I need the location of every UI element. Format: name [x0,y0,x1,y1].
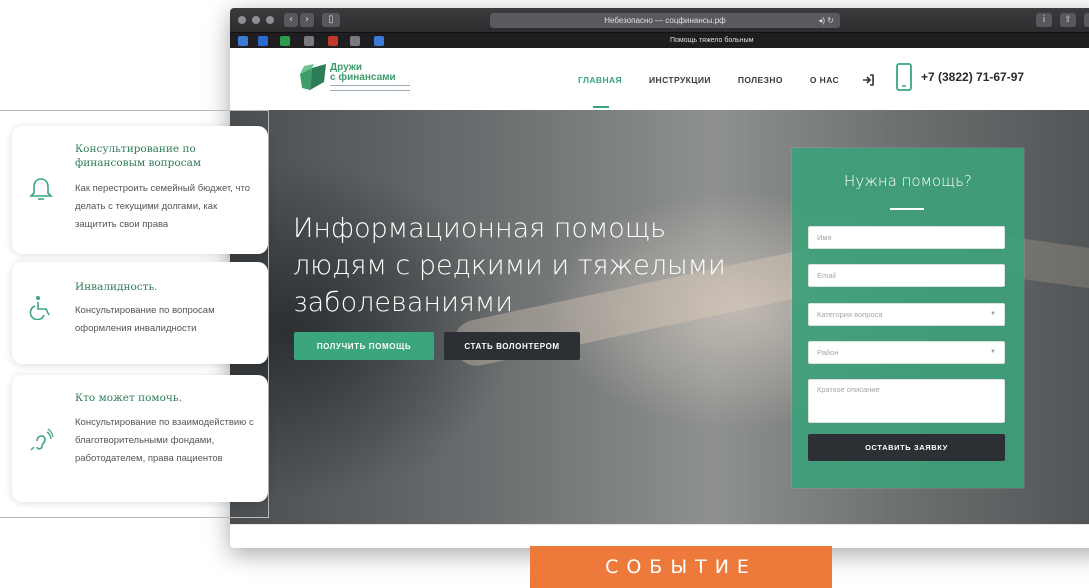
hero-title: Информационная помощь людям с редкими и … [293,213,726,318]
guide-line [0,517,268,518]
bookmark-icon[interactable] [374,36,384,46]
address-text: Небезопасно — соцфинансы.рф [604,16,726,25]
category-select[interactable]: Категория вопроса ▼ [808,303,1005,326]
card-title: Кто может помочь. [75,392,182,404]
submit-request-button[interactable]: ОСТАВИТЬ ЗАЯВКУ [808,434,1005,461]
bookmark-icon[interactable] [258,36,268,46]
bookmark-icon[interactable] [328,36,338,46]
site-logo[interactable]: Дружи с финансами [298,62,410,96]
logo-tagline [330,85,410,91]
email-input[interactable]: Email [808,264,1005,287]
hearing-icon [30,428,54,451]
login-icon[interactable] [862,74,874,86]
logo-mark-icon [300,64,326,90]
district-select-label: Район [817,348,839,357]
become-volunteer-button[interactable]: СТАТЬ ВОЛОНТЕРОМ [444,332,580,360]
nav-item-useful[interactable]: ПОЛЕЗНО [738,75,783,85]
chevron-down-icon: ▼ [990,311,996,317]
close-window-button[interactable] [238,16,246,24]
tabs-icon[interactable]: ⧉ [1084,13,1089,27]
audio-reload-icon[interactable]: ◂) ↻ [818,13,834,28]
bookmarks-bar: Помощь тяжело больным [230,32,1089,49]
name-input[interactable]: Имя [808,226,1005,249]
form-title-divider [890,208,924,210]
phone-icon [896,63,912,91]
wheelchair-icon [29,296,50,320]
main-nav: ГЛАВНАЯ ИНСТРУКЦИИ ПОЛЕЗНО О НАС [578,75,866,85]
form-title: Нужна помощь? [844,172,972,190]
logo-line2: с финансами [330,72,396,83]
bell-icon [29,178,53,200]
address-bar[interactable]: Небезопасно — соцфинансы.рф ◂) ↻ [490,13,840,28]
toolbar-right: i ⇧ ⧉ [1036,13,1089,27]
card-text: Консультирование по вопросам оформления … [75,305,215,334]
card-text: Как перестроить семейный бюджет, что дел… [75,183,250,230]
browser-window: ‹ › ▯ Небезопасно — соцфинансы.рф ◂) ↻ i… [230,8,1089,548]
bookmark-icon[interactable] [238,36,248,46]
guide-line [268,110,269,518]
phone-number[interactable]: +7 (3822) 71-67-97 [921,70,1024,84]
guide-line [0,110,268,111]
page-bottom-strip [230,524,1089,548]
bookmark-icon[interactable] [280,36,290,46]
nav-item-about[interactable]: О НАС [810,75,839,85]
get-help-button[interactable]: ПОЛУЧИТЬ ПОМОЩЬ [294,332,434,360]
nav-active-underline [593,106,609,108]
back-icon[interactable]: ‹ [284,13,298,27]
feature-card-help: Кто может помочь. Консультирование по вз… [12,375,268,502]
card-title: Инвалидность. [75,281,158,293]
description-textarea[interactable]: Краткое описание [808,379,1005,423]
window-controls [238,16,274,24]
feature-card-finance: Консультирование по финансовым вопросам … [12,126,268,254]
feature-card-disability: Инвалидность. Консультирование по вопрос… [12,262,268,364]
bookmark-icon[interactable] [350,36,360,46]
card-text: Консультирование по взаимодействию с бла… [75,417,254,464]
district-select[interactable]: Район ▼ [808,341,1005,364]
logo-text: Дружи с финансами [330,63,396,83]
help-request-form: Нужна помощь? Имя Email Категория вопрос… [792,148,1024,488]
browser-titlebar: ‹ › ▯ Небезопасно — соцфинансы.рф ◂) ↻ i… [230,8,1089,32]
share-icon[interactable]: ⇧ [1060,13,1076,27]
minimize-window-button[interactable] [252,16,260,24]
card-title: Консультирование по финансовым вопросам [75,143,202,169]
hero-section: Информационная помощь людям с редкими и … [230,110,1089,524]
nav-item-main[interactable]: ГЛАВНАЯ [578,75,622,85]
site-header: Дружи с финансами ГЛАВНАЯ ИНСТРУКЦИИ ПОЛ… [230,48,1089,110]
event-tag: СОБЫТИЕ [530,546,832,588]
chevron-down-icon: ▼ [990,349,996,355]
sidebar-icon[interactable]: ▯ [322,13,340,27]
category-select-label: Категория вопроса [817,310,883,319]
forward-icon[interactable]: › [300,13,314,27]
bookmark-icon[interactable] [304,36,314,46]
nav-item-instructions[interactable]: ИНСТРУКЦИИ [649,75,711,85]
tab-title: Помощь тяжело больным [670,37,754,44]
zoom-window-button[interactable] [266,16,274,24]
info-icon[interactable]: i [1036,13,1052,27]
